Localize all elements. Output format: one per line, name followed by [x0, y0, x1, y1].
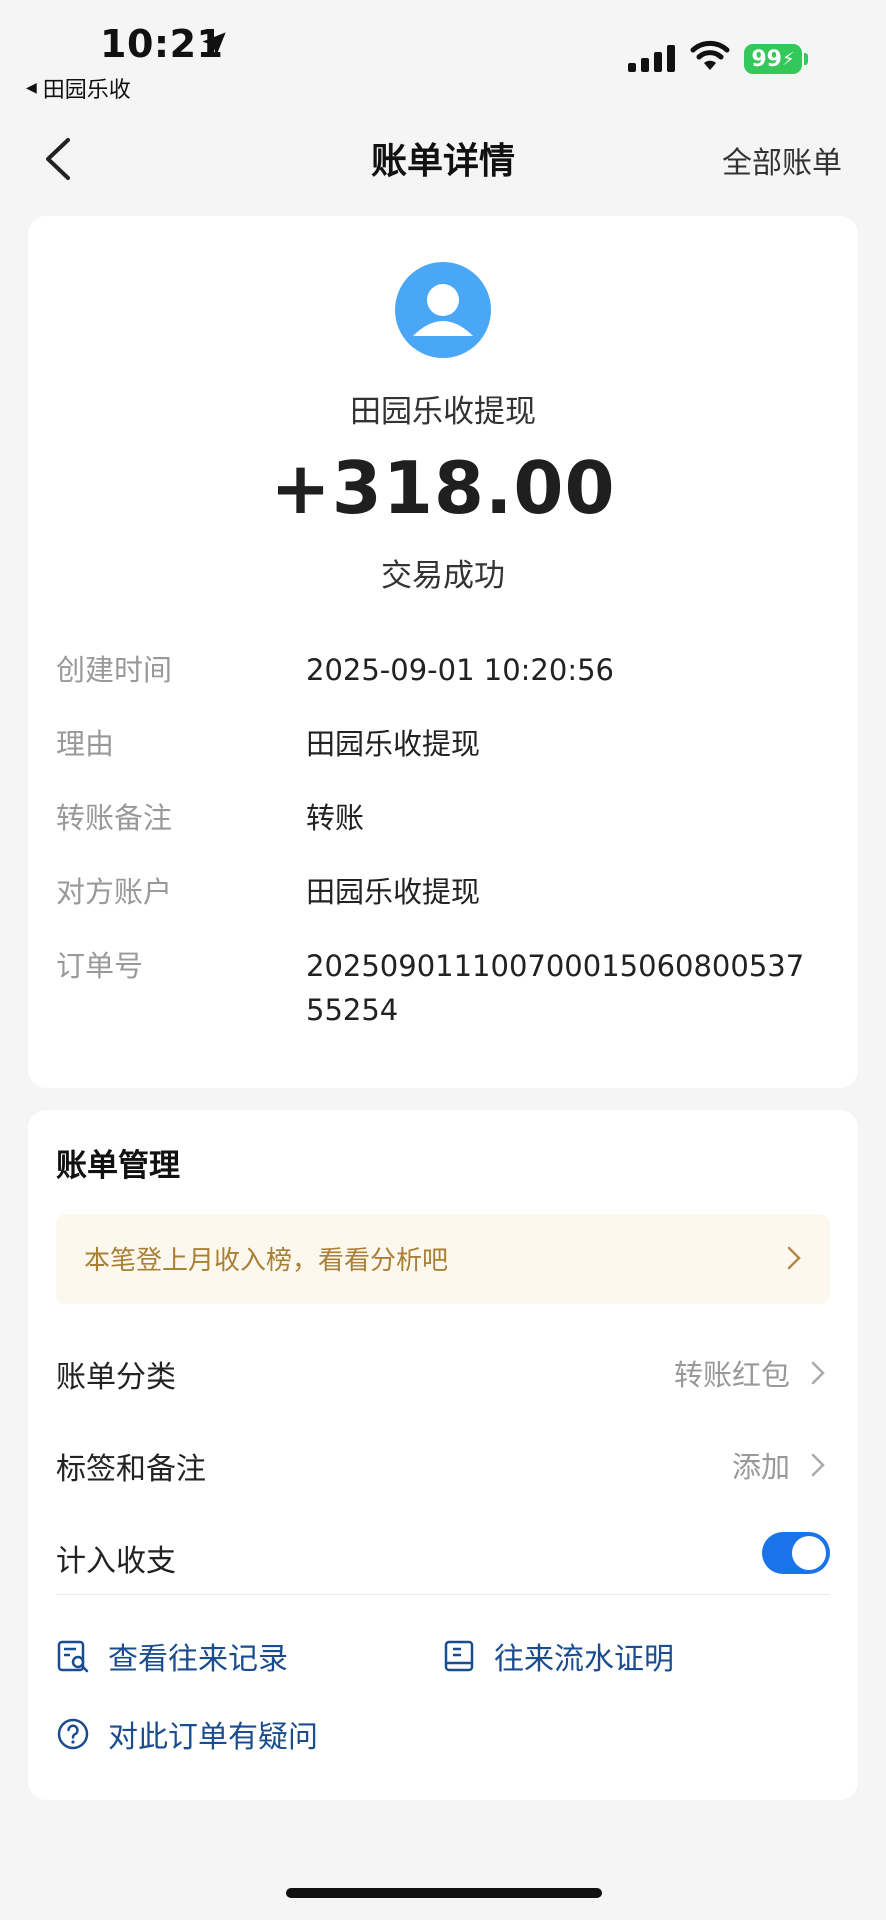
detail-label: 创建时间: [56, 653, 173, 687]
detail-label: 对方账户: [56, 875, 173, 909]
flow-proof-label: 往来流水证明: [494, 1642, 674, 1677]
order-number: 20250901110070001506080053755254: [306, 949, 805, 1027]
view-records-label: 查看往来记录: [108, 1642, 288, 1677]
bill-category-row[interactable]: 账单分类 转账红包: [56, 1342, 830, 1402]
detail-value: 田园乐收提现: [306, 727, 481, 761]
detail-value: 2025-09-01 10:20:56: [306, 653, 614, 687]
view-records-link[interactable]: 查看往来记录: [56, 1634, 288, 1678]
records-search-icon: [57, 1640, 89, 1673]
category-label: 账单分类: [56, 1360, 176, 1395]
chevron-right-icon: [811, 1361, 825, 1385]
detail-label: 订单号: [56, 949, 144, 983]
nav-bar: 账单详情 全部账单: [0, 118, 886, 198]
battery-level: 99: [751, 46, 782, 72]
flow-proof-link[interactable]: 往来流水证明: [442, 1634, 674, 1678]
tags-label: 标签和备注: [56, 1452, 206, 1487]
transaction-card: 田园乐收提现 +318.00 交易成功 创建时间 2025-09-01 10:2…: [28, 216, 858, 1088]
income-rank-tip[interactable]: 本笔登上月收入榜，看看分析吧: [56, 1214, 830, 1304]
chevron-right-icon: [811, 1453, 825, 1477]
transaction-amount: +318.00: [270, 446, 616, 530]
section-title: 账单管理: [56, 1148, 180, 1184]
all-bills-link[interactable]: 全部账单: [722, 138, 842, 182]
question-circle-icon: [57, 1718, 89, 1750]
transaction-status: 交易成功: [381, 558, 505, 594]
chevron-right-icon: [787, 1246, 801, 1270]
wifi-icon: [690, 40, 730, 70]
bill-management-card: 账单管理 本笔登上月收入榜，看看分析吧 账单分类 转账红包 标签和备注 添加 计…: [28, 1110, 858, 1800]
location-arrow-icon: [202, 32, 226, 56]
tags-value: 添加: [731, 1450, 790, 1484]
user-icon: [413, 284, 473, 336]
include-income-row: 计入收支: [56, 1526, 830, 1586]
order-question-link[interactable]: 对此订单有疑问: [56, 1712, 318, 1756]
tags-notes-row[interactable]: 标签和备注 添加: [56, 1434, 830, 1494]
include-income-toggle[interactable]: [762, 1532, 830, 1574]
divider: [56, 1594, 830, 1595]
detail-label: 理由: [56, 727, 115, 761]
detail-label: 转账备注: [56, 801, 173, 835]
battery-cap: [804, 53, 808, 65]
tip-text: 本笔登上月收入榜，看看分析吧: [84, 1246, 449, 1276]
toggle-knob: [792, 1536, 826, 1570]
battery-icon: 99 ⚡: [744, 44, 802, 74]
merchant-name: 田园乐收提现: [350, 394, 536, 430]
back-app-label: 田园乐收: [42, 78, 131, 103]
order-question-label: 对此订单有疑问: [108, 1720, 318, 1755]
category-value: 转账红包: [673, 1358, 790, 1392]
document-icon: [444, 1640, 474, 1672]
detail-value: 田园乐收提现: [306, 875, 481, 909]
detail-value: 转账: [306, 801, 365, 835]
home-indicator: [286, 1888, 602, 1898]
back-triangle-icon: ◀: [26, 80, 37, 96]
avatar: [395, 262, 491, 358]
include-label: 计入收支: [56, 1544, 176, 1579]
signal-icon: [628, 44, 675, 72]
status-bar: 10:21 ◀ 田园乐收 99 ⚡: [0, 0, 886, 103]
back-to-app-link[interactable]: ◀ 田园乐收: [26, 72, 131, 104]
